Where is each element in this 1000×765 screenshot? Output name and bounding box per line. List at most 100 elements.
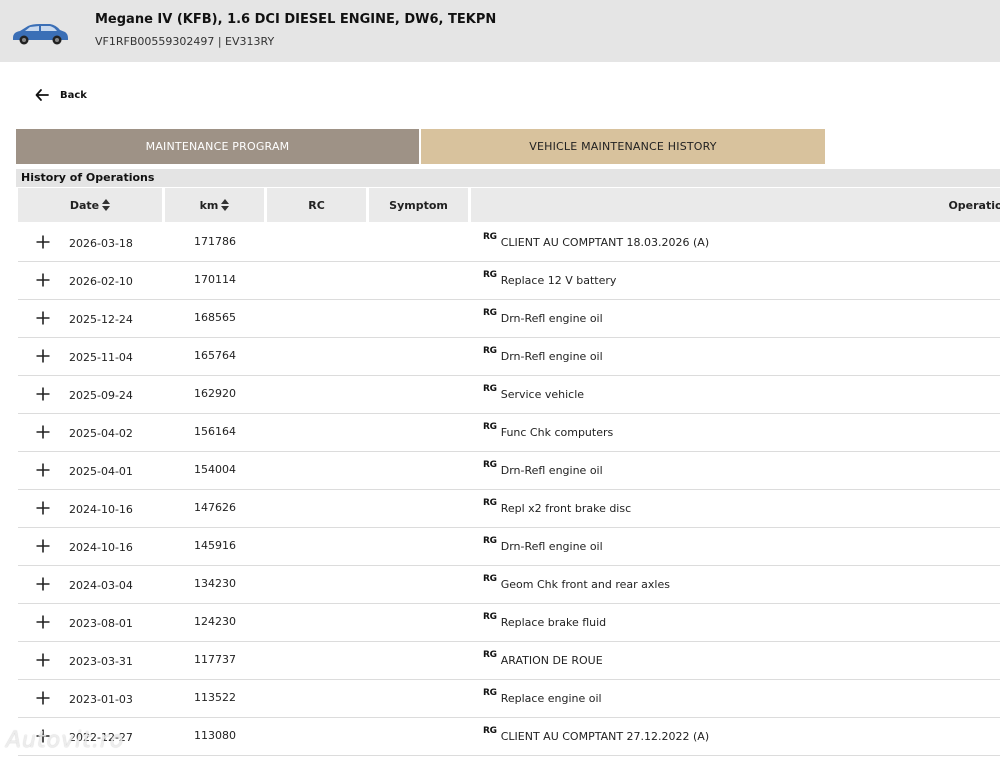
row-operation: RG ARATION DE ROUE bbox=[483, 650, 603, 667]
rg-badge: RG bbox=[483, 536, 497, 546]
row-date: 2024-10-16 bbox=[69, 503, 133, 516]
car-icon bbox=[13, 24, 68, 45]
row-operation-text: Service vehicle bbox=[500, 388, 585, 401]
row-operation-text: Drn-Refl engine oil bbox=[500, 464, 603, 477]
table-row[interactable]: 2022-12-27 113080 RG CLIENT AU COMPTANT 27.… bbox=[18, 718, 1000, 756]
row-km: 170114 bbox=[194, 273, 236, 286]
row-operation-text: ARATION DE ROUE bbox=[500, 654, 603, 667]
row-date: 2026-03-18 bbox=[69, 237, 133, 250]
table-row[interactable]: 2023-08-01 124230 RG Replace brake fluid bbox=[18, 604, 1000, 642]
column-header-operation: Operation l bbox=[471, 188, 1000, 222]
table-row[interactable]: 2024-10-16 145916 RG Drn-Refl engine oil bbox=[18, 528, 1000, 566]
row-date: 2023-01-03 bbox=[69, 693, 133, 706]
row-date: 2023-08-01 bbox=[69, 617, 133, 630]
expand-plus-icon[interactable] bbox=[36, 539, 50, 553]
row-date: 2025-12-24 bbox=[69, 313, 133, 326]
row-operation: RG CLIENT AU COMPTANT 18.03.2026 (A) bbox=[483, 232, 709, 249]
row-operation-text: CLIENT AU COMPTANT 27.12.2022 (A) bbox=[500, 730, 710, 743]
row-operation: RG Geom Chk front and rear axles bbox=[483, 574, 670, 591]
row-date: 2024-10-16 bbox=[69, 541, 133, 554]
vehicle-title: Megane IV (KFB), 1.6 DCI DIESEL ENGINE, … bbox=[95, 12, 497, 27]
table-row[interactable]: 2025-04-01 154004 RG Drn-Refl engine oil bbox=[18, 452, 1000, 490]
table-row[interactable]: 2025-12-24 168565 RG Drn-Refl engine oil bbox=[18, 300, 1000, 338]
row-operation-text: Drn-Refl engine oil bbox=[500, 350, 603, 363]
table-row[interactable]: 2025-04-02 156164 RG Func Chk computers bbox=[18, 414, 1000, 452]
row-operation-text: Drn-Refl engine oil bbox=[500, 312, 603, 325]
row-operation-text: Replace brake fluid bbox=[500, 616, 607, 629]
column-header-km-label: km bbox=[199, 198, 219, 212]
row-date: 2025-04-01 bbox=[69, 465, 133, 478]
expand-plus-icon[interactable] bbox=[36, 653, 50, 667]
row-date: 2025-09-24 bbox=[69, 389, 133, 402]
operations-table-body: 2026-03-18 171786 RG CLIENT AU COMPTANT 18.… bbox=[18, 224, 1000, 756]
row-operation: RG Repl x2 front brake disc bbox=[483, 498, 632, 515]
row-km: 117737 bbox=[194, 653, 236, 666]
arrow-left-icon bbox=[35, 89, 49, 101]
expand-plus-icon[interactable] bbox=[36, 463, 50, 477]
row-operation: RG Service vehicle bbox=[483, 384, 585, 401]
table-row[interactable]: 2024-10-16 147626 RG Repl x2 front brake di… bbox=[18, 490, 1000, 528]
expand-plus-icon[interactable] bbox=[36, 691, 50, 705]
table-row[interactable]: 2024-03-04 134230 RG Geom Chk front and rea… bbox=[18, 566, 1000, 604]
row-date: 2025-04-02 bbox=[69, 427, 133, 440]
column-header-km[interactable]: km bbox=[165, 188, 264, 222]
row-date: 2024-03-04 bbox=[69, 579, 133, 592]
column-header-symptom-label: Symptom bbox=[389, 198, 448, 212]
row-operation: RG Drn-Refl engine oil bbox=[483, 308, 603, 325]
row-km: 113080 bbox=[194, 729, 236, 742]
tab-vehicle-maintenance-history[interactable]: VEHICLE MAINTENANCE HISTORY bbox=[421, 129, 825, 164]
table-row[interactable]: 2023-01-03 113522 RG Replace engine oil bbox=[18, 680, 1000, 718]
expand-plus-icon[interactable] bbox=[36, 349, 50, 363]
column-header-operation-label: Operation l bbox=[948, 198, 1000, 212]
row-operation-text: Func Chk computers bbox=[500, 426, 614, 439]
table-row[interactable]: 2026-02-10 170114 RG Replace 12 V battery bbox=[18, 262, 1000, 300]
row-date: 2023-03-31 bbox=[69, 655, 133, 668]
rg-badge: RG bbox=[483, 232, 497, 242]
row-operation-text: Replace 12 V battery bbox=[500, 274, 617, 287]
row-km: 154004 bbox=[194, 463, 236, 476]
row-operation-text: Replace engine oil bbox=[500, 692, 602, 705]
row-km: 124230 bbox=[194, 615, 236, 628]
row-operation: RG Replace 12 V battery bbox=[483, 270, 617, 287]
row-km: 162920 bbox=[194, 387, 236, 400]
column-header-date-label: Date bbox=[69, 198, 100, 212]
rg-badge: RG bbox=[483, 270, 497, 280]
row-km: 147626 bbox=[194, 501, 236, 514]
row-operation: RG Replace brake fluid bbox=[483, 612, 607, 629]
row-operation: RG Drn-Refl engine oil bbox=[483, 346, 603, 363]
rg-badge: RG bbox=[483, 726, 497, 736]
row-operation: RG Drn-Refl engine oil bbox=[483, 460, 603, 477]
table-row[interactable]: 2025-09-24 162920 RG Service vehicle bbox=[18, 376, 1000, 414]
row-operation-text: Geom Chk front and rear axles bbox=[500, 578, 670, 591]
row-operation: RG Func Chk computers bbox=[483, 422, 614, 439]
rg-badge: RG bbox=[483, 650, 497, 660]
expand-plus-icon[interactable] bbox=[36, 501, 50, 515]
table-row[interactable]: 2023-03-31 117737 RG ARATION DE ROUE bbox=[18, 642, 1000, 680]
rg-badge: RG bbox=[483, 308, 497, 318]
expand-plus-icon[interactable] bbox=[36, 387, 50, 401]
expand-plus-icon[interactable] bbox=[36, 425, 50, 439]
rg-badge: RG bbox=[483, 498, 497, 508]
expand-plus-icon[interactable] bbox=[36, 273, 50, 287]
row-km: 156164 bbox=[194, 425, 236, 438]
expand-plus-icon[interactable] bbox=[36, 577, 50, 591]
vehicle-header: Megane IV (KFB), 1.6 DCI DIESEL ENGINE, … bbox=[0, 0, 1000, 62]
row-operation-text: Repl x2 front brake disc bbox=[500, 502, 632, 515]
section-title: History of Operations bbox=[16, 169, 1000, 187]
column-header-date[interactable]: Date bbox=[18, 188, 162, 222]
rg-badge: RG bbox=[483, 688, 497, 698]
row-km: 134230 bbox=[194, 577, 236, 590]
back-button[interactable]: Back bbox=[35, 88, 87, 102]
sort-icon bbox=[221, 199, 230, 211]
column-header-rc-label: RC bbox=[308, 198, 325, 212]
table-row[interactable]: 2025-11-04 165764 RG Drn-Refl engine oil bbox=[18, 338, 1000, 376]
rg-badge: RG bbox=[483, 384, 497, 394]
expand-plus-icon[interactable] bbox=[36, 615, 50, 629]
expand-plus-icon[interactable] bbox=[36, 311, 50, 325]
row-operation: RG Replace engine oil bbox=[483, 688, 602, 705]
tab-maintenance-program[interactable]: MAINTENANCE PROGRAM bbox=[16, 129, 419, 164]
expand-plus-icon[interactable] bbox=[36, 235, 50, 249]
rg-badge: RG bbox=[483, 346, 497, 356]
vehicle-vin-plate: VF1RFB00559302497 | EV313RY bbox=[95, 35, 275, 48]
table-row[interactable]: 2026-03-18 171786 RG CLIENT AU COMPTANT 18.… bbox=[18, 224, 1000, 262]
